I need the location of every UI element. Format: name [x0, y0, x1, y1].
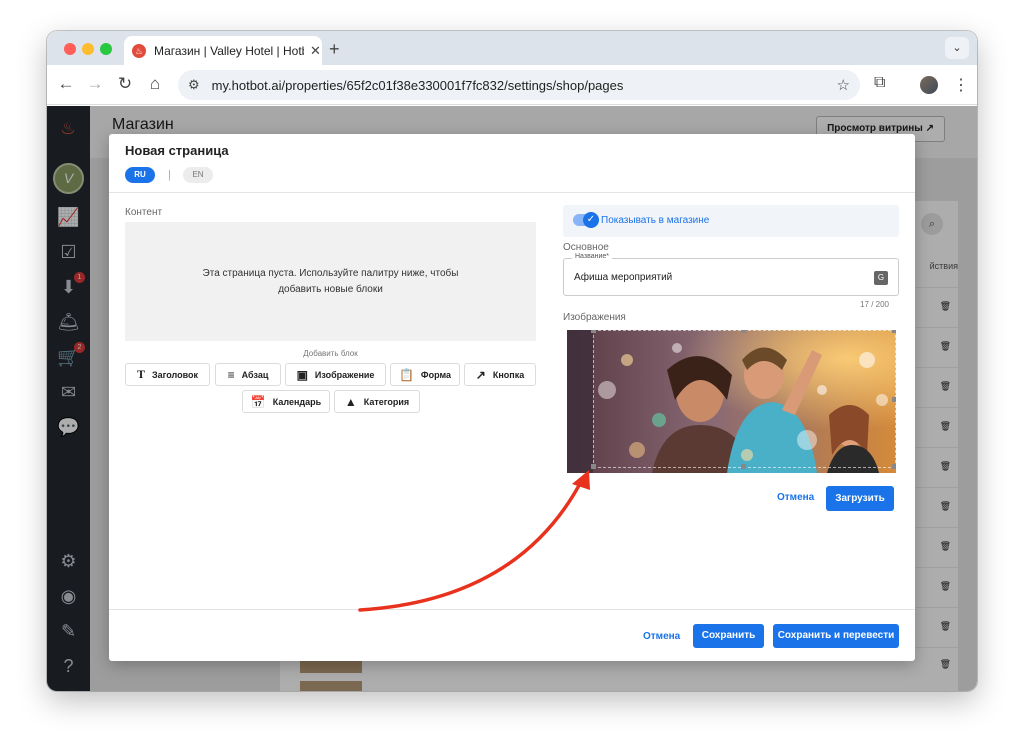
image-cancel-button[interactable]: Отмена	[777, 492, 814, 503]
url-text: my.hotbot.ai/properties/65f2c01f38e33000…	[211, 77, 624, 93]
cancel-button[interactable]: Отмена	[643, 631, 680, 642]
save-and-translate-button[interactable]: Сохранить и перевести	[773, 624, 899, 648]
forward-arrow-icon[interactable]: →	[84, 74, 106, 94]
minimize-window-button[interactable]	[82, 43, 94, 55]
translate-icon[interactable]: G	[874, 271, 888, 285]
add-form-block-button[interactable]: 📋 Форма	[390, 363, 460, 386]
back-arrow-icon[interactable]: ←	[55, 74, 77, 94]
bookmark-star-icon[interactable]: ☆	[837, 76, 850, 94]
add-title-block-button[interactable]: T Заголовок	[125, 363, 210, 386]
crop-handle-top[interactable]	[741, 330, 746, 333]
add-paragraph-block-button[interactable]: ≡ Абзац	[215, 363, 281, 386]
save-button[interactable]: Сохранить	[693, 624, 764, 648]
crop-handle-bottom[interactable]	[741, 464, 746, 469]
new-tab-button[interactable]: +	[329, 39, 340, 60]
add-calendar-block-button[interactable]: 📅 Календарь	[242, 390, 330, 413]
category-icon: ▲	[344, 394, 357, 409]
hotbot-favicon-icon: ♨	[132, 43, 146, 58]
check-icon[interactable]: ✓	[583, 212, 599, 228]
divider	[109, 609, 915, 610]
add-button-block-button[interactable]: ↗ Кнопка	[464, 363, 536, 386]
image-cropper[interactable]	[567, 330, 896, 473]
divider	[109, 192, 915, 193]
block-label: Календарь	[272, 396, 322, 407]
lang-separator: |	[168, 169, 171, 181]
image-upload-button[interactable]: Загрузить	[826, 486, 894, 511]
tab-search-chevron-icon[interactable]: ⌄	[945, 37, 969, 59]
content-section-label: Контент	[125, 207, 163, 218]
browser-tab[interactable]: ♨ Магазин | Valley Hotel | Hotbot ✕	[124, 36, 322, 65]
dialog-title: Новая страница	[125, 143, 229, 158]
link-icon: ↗	[475, 367, 486, 382]
lang-tab-ru[interactable]: RU	[125, 167, 155, 183]
crop-handle-bottom-right[interactable]	[892, 464, 896, 469]
add-image-block-button[interactable]: ▣ Изображение	[285, 363, 386, 386]
crop-handle-bottom-left[interactable]	[591, 464, 596, 469]
site-settings-icon[interactable]: ⚙	[188, 77, 200, 93]
char-counter: 17 / 200	[860, 300, 889, 309]
name-field-value[interactable]: Афиша мероприятий	[574, 272, 672, 283]
tab-title: Магазин | Valley Hotel | Hotbot	[154, 43, 304, 58]
crop-handle-right[interactable]	[892, 397, 896, 402]
form-icon: 📋	[398, 367, 414, 382]
name-field[interactable]: Название* Афиша мероприятий G	[563, 253, 899, 296]
block-label: Форма	[420, 369, 452, 380]
browser-menu-icon[interactable]: ⋮	[953, 75, 969, 95]
content-canvas: Эта страница пуста. Используйте палитру …	[125, 222, 536, 341]
lang-tab-en[interactable]: EN	[183, 167, 213, 183]
reload-icon[interactable]: ↻	[114, 74, 136, 94]
add-category-block-button[interactable]: ▲ Категория	[334, 390, 420, 413]
tab-strip: ♨ Магазин | Valley Hotel | Hotbot ✕ + ⌄	[47, 31, 977, 65]
browser-toolbar: ← → ↻ ⌂ ⚙ my.hotbot.ai/properties/65f2c0…	[47, 65, 977, 105]
address-bar[interactable]: ⚙ my.hotbot.ai/properties/65f2c01f38e330…	[178, 70, 860, 100]
add-block-label: Добавить блок	[303, 349, 358, 358]
close-window-button[interactable]	[64, 43, 76, 55]
image-icon: ▣	[296, 367, 308, 382]
app: ♨ V 📈 ☑ ⬇ 1 🛎 🛒 2 ✉ 💬 ⚙ ◉ ✎ ? Магазин Пр…	[47, 106, 977, 691]
home-icon[interactable]: ⌂	[144, 74, 166, 94]
block-label: Абзац	[241, 369, 269, 380]
show-in-shop-label[interactable]: Показывать в магазине	[601, 215, 709, 226]
images-section-label: Изображения	[563, 312, 626, 323]
crop-frame[interactable]	[593, 330, 896, 468]
block-label: Заголовок	[151, 369, 199, 380]
crop-handle-top-left[interactable]	[591, 330, 596, 333]
block-label: Категория	[363, 396, 410, 407]
new-page-dialog: Новая страница RU | EN Контент Эта стран…	[109, 134, 915, 661]
empty-state-text: Эта страница пуста. Используйте палитру …	[202, 267, 459, 295]
block-label: Изображение	[314, 369, 375, 380]
paragraph-icon: ≡	[227, 367, 235, 382]
maximize-window-button[interactable]	[100, 43, 112, 55]
profile-avatar[interactable]	[920, 76, 938, 94]
extensions-puzzle-icon[interactable]: ⧉	[874, 74, 885, 92]
calendar-icon: 📅	[250, 394, 266, 409]
title-icon: T	[136, 367, 145, 381]
tab-close-icon[interactable]: ✕	[310, 43, 321, 59]
browser-window: ♨ Магазин | Valley Hotel | Hotbot ✕ + ⌄ …	[47, 31, 977, 691]
show-in-shop-card: ✓ Показывать в магазине	[563, 205, 899, 237]
block-label: Кнопка	[492, 369, 525, 380]
basic-section-label: Основное	[563, 242, 609, 253]
crop-handle-top-right[interactable]	[892, 330, 896, 333]
name-field-label: Название*	[572, 253, 613, 260]
